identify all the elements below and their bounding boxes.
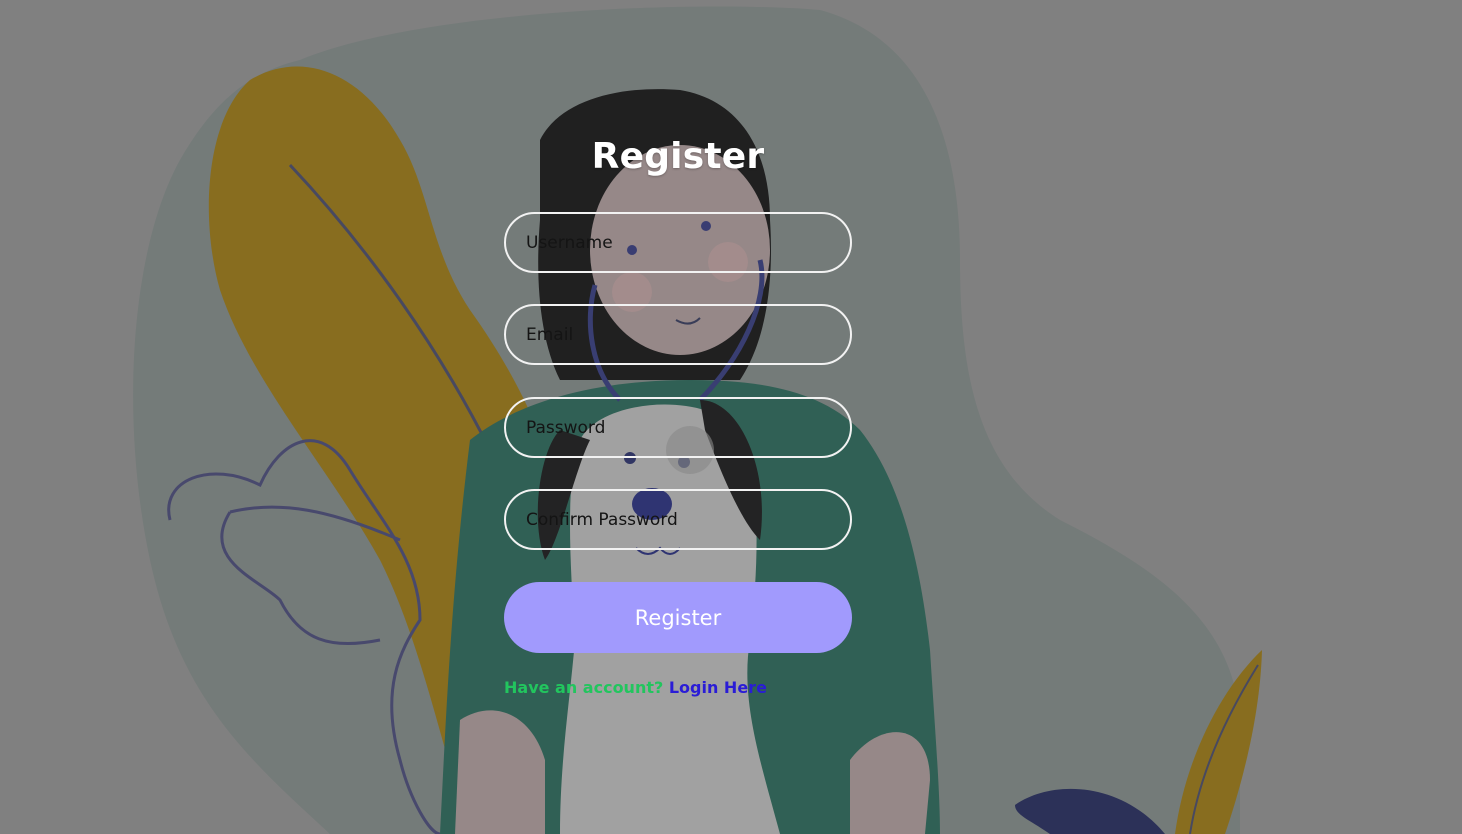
login-prompt: Have an account? Login Here xyxy=(504,676,767,700)
register-button[interactable]: Register xyxy=(504,582,852,653)
register-form: Register Register Have an account? Login… xyxy=(504,128,852,697)
login-link[interactable]: Login Here xyxy=(669,678,767,697)
have-account-text: Have an account? xyxy=(504,678,664,697)
page: Register Register Have an account? Login… xyxy=(0,0,1462,834)
page-title: Register xyxy=(591,136,765,177)
confirm-password-field[interactable] xyxy=(504,489,852,550)
email-field[interactable] xyxy=(504,304,852,365)
password-field[interactable] xyxy=(504,397,852,458)
username-field[interactable] xyxy=(504,212,852,273)
